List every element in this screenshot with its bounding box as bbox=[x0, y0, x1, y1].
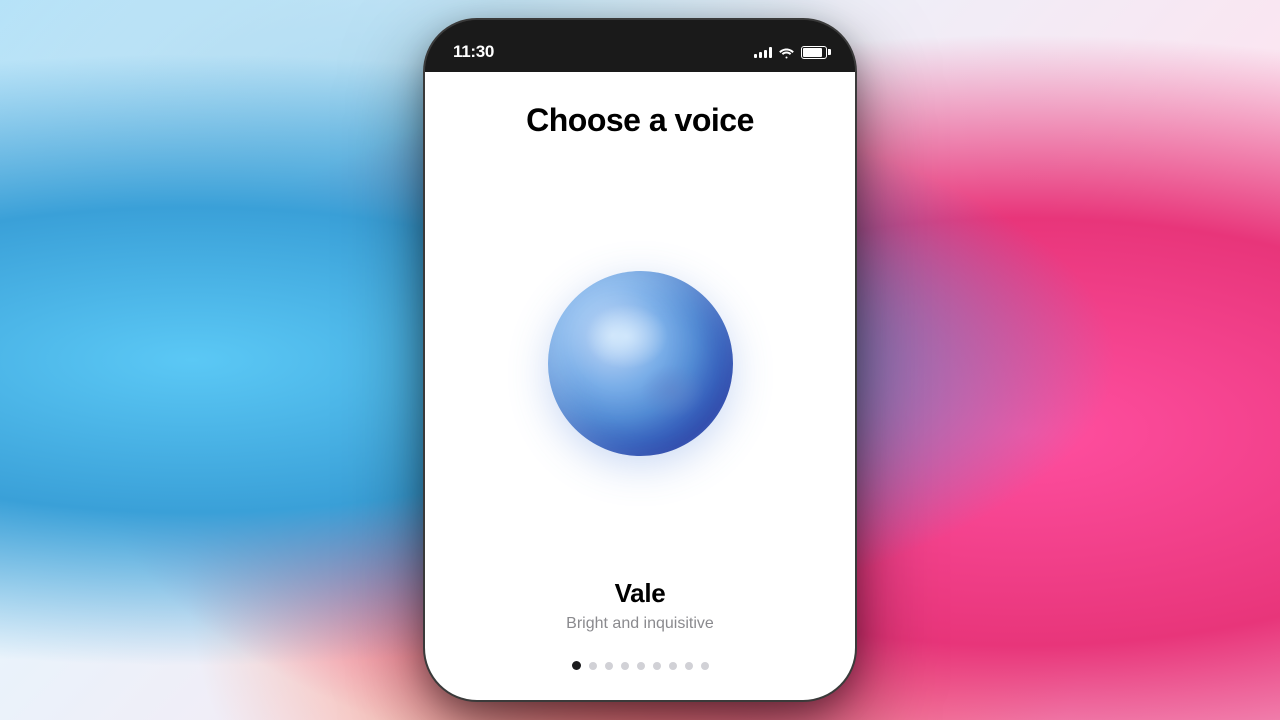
voice-description: Bright and inquisitive bbox=[566, 615, 714, 633]
screen-content: Choose a voice Vale Bright and inquisiti… bbox=[425, 72, 855, 700]
page-dot-1[interactable] bbox=[572, 661, 581, 670]
voice-orb[interactable] bbox=[548, 271, 733, 456]
page-dot-6[interactable] bbox=[653, 662, 661, 670]
page-dot-7[interactable] bbox=[669, 662, 677, 670]
page-dot-5[interactable] bbox=[637, 662, 645, 670]
status-bar: 11:30 bbox=[425, 20, 855, 72]
signal-strength-icon bbox=[754, 46, 772, 58]
status-icons bbox=[754, 46, 827, 59]
voice-avatar-container bbox=[548, 179, 733, 548]
wifi-icon bbox=[778, 46, 795, 59]
page-dot-4[interactable] bbox=[621, 662, 629, 670]
page-dot-9[interactable] bbox=[701, 662, 709, 670]
phone-screen: Choose a voice Vale Bright and inquisiti… bbox=[425, 72, 855, 700]
status-time: 11:30 bbox=[453, 42, 494, 62]
page-dot-3[interactable] bbox=[605, 662, 613, 670]
page-title: Choose a voice bbox=[526, 102, 754, 139]
page-dot-8[interactable] bbox=[685, 662, 693, 670]
page-dot-2[interactable] bbox=[589, 662, 597, 670]
page-indicators bbox=[572, 661, 709, 670]
voice-name: Vale bbox=[615, 578, 666, 609]
battery-icon bbox=[801, 46, 827, 59]
phone-frame: 11:30 Choose a voice bbox=[425, 20, 855, 700]
